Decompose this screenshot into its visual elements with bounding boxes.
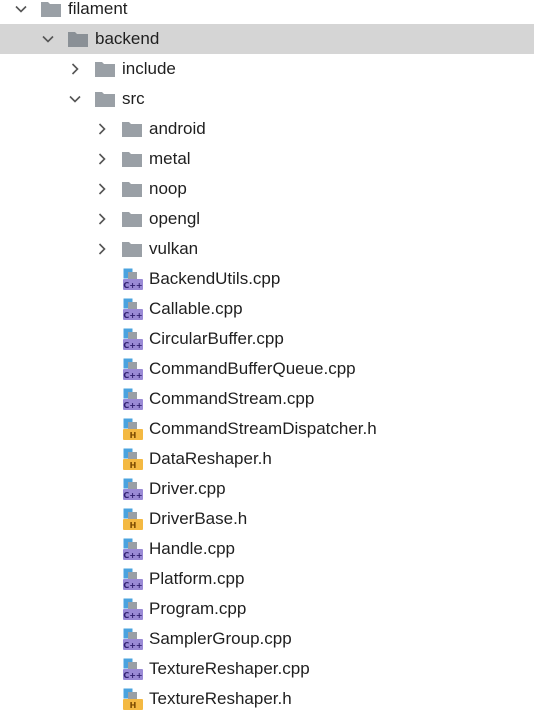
folder-icon: [94, 60, 116, 78]
tree-item-filament[interactable]: filament: [0, 0, 534, 24]
tree-item-label: Program.cpp: [149, 599, 247, 618]
tree-item-label: DriverBase.h: [149, 509, 248, 528]
cpp-file-icon: C++: [123, 328, 143, 350]
tree-item-file[interactable]: H TextureReshaper.h: [0, 684, 534, 714]
tree-item-label: include: [122, 59, 176, 78]
svg-text:C++: C++: [123, 491, 142, 500]
svg-text:C++: C++: [123, 671, 142, 680]
chevron-right-icon[interactable]: [95, 182, 109, 196]
tree-item-label: TextureReshaper.h: [149, 689, 292, 708]
svg-text:C++: C++: [123, 311, 142, 320]
svg-text:C++: C++: [123, 341, 142, 350]
tree-item-label: CommandBufferQueue.cpp: [149, 359, 356, 378]
folder-icon: [121, 180, 143, 198]
tree-item-label: Driver.cpp: [149, 479, 226, 498]
svg-text:H: H: [130, 521, 137, 530]
tree-item-folder[interactable]: android: [0, 114, 534, 144]
tree-item-file[interactable]: C++ Handle.cpp: [0, 534, 534, 564]
tree-item-file[interactable]: H DataReshaper.h: [0, 444, 534, 474]
tree-item-file[interactable]: C++ CommandStream.cpp: [0, 384, 534, 414]
tree-item-label: backend: [95, 29, 160, 48]
tree-item-label: filament: [68, 0, 128, 18]
tree-item-file[interactable]: C++ BackendUtils.cpp: [0, 264, 534, 294]
tree-item-file[interactable]: C++ CommandBufferQueue.cpp: [0, 354, 534, 384]
tree-item-file[interactable]: C++ Platform.cpp: [0, 564, 534, 594]
tree-item-label: src: [122, 89, 145, 108]
tree-item-label: BackendUtils.cpp: [149, 269, 281, 288]
folder-icon: [121, 210, 143, 228]
folder-icon: [121, 150, 143, 168]
tree-item-label: SamplerGroup.cpp: [149, 629, 292, 648]
tree-item-label: Callable.cpp: [149, 299, 243, 318]
tree-item-label: noop: [149, 179, 187, 198]
tree-item-folder[interactable]: vulkan: [0, 234, 534, 264]
tree-item-include[interactable]: include: [0, 54, 534, 84]
tree-item-label: metal: [149, 149, 191, 168]
folder-icon: [67, 30, 89, 48]
header-file-icon: H: [123, 508, 143, 530]
tree-item-backend[interactable]: backend: [0, 24, 534, 54]
folder-icon: [40, 0, 62, 18]
cpp-file-icon: C++: [123, 358, 143, 380]
folder-icon: [121, 240, 143, 258]
tree-item-file[interactable]: C++ Program.cpp: [0, 594, 534, 624]
header-file-icon: H: [123, 418, 143, 440]
tree-item-label: CircularBuffer.cpp: [149, 329, 284, 348]
cpp-file-icon: C++: [123, 598, 143, 620]
svg-text:C++: C++: [123, 371, 142, 380]
tree-item-label: vulkan: [149, 239, 199, 258]
tree-item-file[interactable]: H DriverBase.h: [0, 504, 534, 534]
tree-item-file[interactable]: C++ CircularBuffer.cpp: [0, 324, 534, 354]
tree-item-folder[interactable]: metal: [0, 144, 534, 174]
file-list: C++ BackendUtils.cpp C++ Callable.cpp C+…: [0, 264, 534, 714]
tree-item-label: DataReshaper.h: [149, 449, 272, 468]
svg-text:H: H: [130, 431, 137, 440]
folder-icon: [121, 120, 143, 138]
svg-text:C++: C++: [123, 281, 142, 290]
svg-text:H: H: [130, 701, 137, 710]
tree-item-file[interactable]: C++ TextureReshaper.cpp: [0, 654, 534, 684]
tree-item-file[interactable]: C++ Callable.cpp: [0, 294, 534, 324]
chevron-down-icon[interactable]: [14, 2, 28, 16]
svg-text:C++: C++: [123, 611, 142, 620]
folder-icon: [94, 90, 116, 108]
tree-item-file[interactable]: C++ SamplerGroup.cpp: [0, 624, 534, 654]
tree-item-label: Handle.cpp: [149, 539, 236, 558]
tree-item-label: TextureReshaper.cpp: [149, 659, 310, 678]
tree-item-src[interactable]: src: [0, 84, 534, 114]
project-tree: filament backend include src android met…: [0, 0, 534, 714]
svg-text:C++: C++: [123, 401, 142, 410]
cpp-file-icon: C++: [123, 268, 143, 290]
tree-item-file[interactable]: H CommandStreamDispatcher.h: [0, 414, 534, 444]
chevron-down-icon[interactable]: [68, 92, 82, 106]
tree-item-label: opengl: [149, 209, 201, 228]
tree-item-folder[interactable]: opengl: [0, 204, 534, 234]
tree-item-file[interactable]: C++ Driver.cpp: [0, 474, 534, 504]
tree-item-folder[interactable]: noop: [0, 174, 534, 204]
chevron-right-icon[interactable]: [68, 62, 82, 76]
cpp-file-icon: C++: [123, 658, 143, 680]
svg-text:C++: C++: [123, 641, 142, 650]
chevron-right-icon[interactable]: [95, 212, 109, 226]
header-file-icon: H: [123, 448, 143, 470]
cpp-file-icon: C++: [123, 568, 143, 590]
tree-item-label: android: [149, 119, 206, 138]
header-file-icon: H: [123, 688, 143, 710]
tree-item-label: Platform.cpp: [149, 569, 245, 588]
cpp-file-icon: C++: [123, 628, 143, 650]
svg-text:H: H: [130, 461, 137, 470]
cpp-file-icon: C++: [123, 538, 143, 560]
svg-text:C++: C++: [123, 581, 142, 590]
cpp-file-icon: C++: [123, 298, 143, 320]
svg-text:C++: C++: [123, 551, 142, 560]
chevron-right-icon[interactable]: [95, 242, 109, 256]
chevron-right-icon[interactable]: [95, 122, 109, 136]
tree-item-label: CommandStreamDispatcher.h: [149, 419, 377, 438]
chevron-down-icon[interactable]: [41, 32, 55, 46]
cpp-file-icon: C++: [123, 478, 143, 500]
tree-item-label: CommandStream.cpp: [149, 389, 315, 408]
chevron-right-icon[interactable]: [95, 152, 109, 166]
cpp-file-icon: C++: [123, 388, 143, 410]
